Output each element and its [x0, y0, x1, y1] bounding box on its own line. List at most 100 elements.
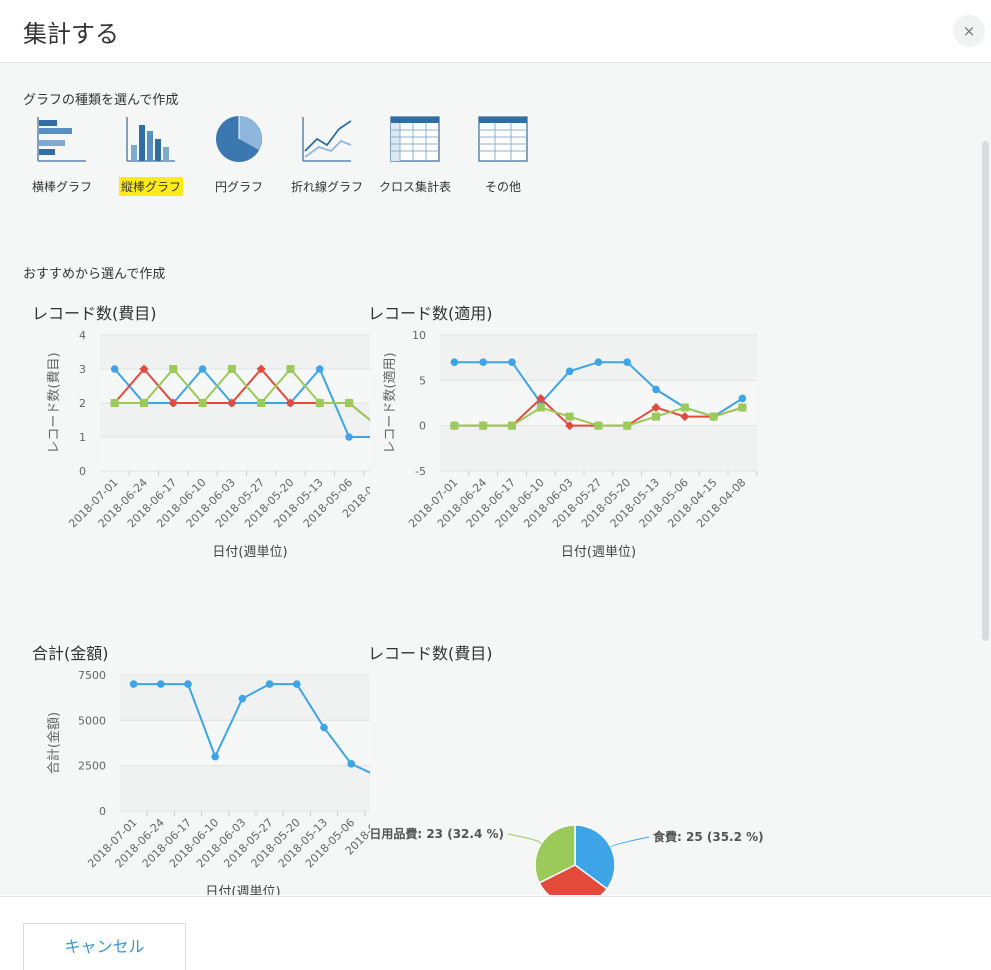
chart-type-label: 折れ線グラフ [290, 180, 363, 194]
data-point [198, 399, 207, 407]
data-point [315, 365, 324, 373]
chart-title: 合計(金額) [32, 644, 109, 663]
data-point [293, 680, 301, 688]
chart-type-pie[interactable]: 円グラフ [194, 115, 284, 196]
dialog-title: 集計する [23, 20, 119, 48]
data-point [450, 421, 459, 430]
cancel-button[interactable]: キャンセル [23, 923, 186, 970]
scrollbar-thumb[interactable] [982, 141, 989, 641]
y-tick-label: 5 [419, 374, 426, 387]
section-label-by-type: グラフの種類を選んで作成 [23, 93, 179, 108]
data-point [738, 394, 747, 403]
data-point [198, 365, 207, 373]
data-point [286, 365, 295, 373]
data-point [594, 358, 603, 366]
data-point [184, 680, 192, 688]
chart-type-horizontal-bar[interactable]: 横棒グラフ [17, 115, 107, 196]
chart-type-line[interactable]: 折れ線グラフ [282, 115, 372, 196]
data-point [211, 752, 219, 761]
x-axis-label: 日付(週単位) [205, 884, 280, 895]
data-point [227, 365, 236, 373]
plot-band [440, 380, 757, 426]
plot-band [100, 335, 370, 369]
recommended-chart-expense-count[interactable]: 012342018-07-012018-06-242018-06-172018-… [40, 325, 370, 625]
data-point [508, 358, 516, 366]
plot-band [440, 425, 757, 471]
y-tick-label: 5000 [78, 714, 106, 727]
data-point [594, 421, 603, 430]
data-point [479, 421, 488, 430]
y-axis-label: 合計(金額) [46, 712, 62, 774]
data-point [565, 367, 574, 376]
chart-type-cross-table[interactable]: クロス集計表 [370, 115, 460, 196]
plot-band [100, 403, 370, 437]
pie-connector [610, 836, 650, 848]
recommended-chart-amount-total[interactable]: 02500500075002018-07-012018-06-242018-06… [40, 665, 370, 895]
recommended-chart-expense-pie[interactable]: 食費: 25 (35.2 %)その他費用: 23 (32.4 %)日用品費: 2… [366, 665, 776, 895]
dialog-footer: キャンセル [0, 896, 991, 970]
chart-title: レコード数(適用) [368, 304, 493, 323]
pie-chart-icon [216, 116, 262, 162]
pie-label: 日用品費: 23 (32.4 %) [369, 826, 504, 841]
y-tick-label: 2500 [78, 760, 106, 773]
plot-band [120, 720, 370, 766]
data-point [508, 421, 516, 430]
pie-connector [507, 833, 542, 845]
cross-table-icon [390, 116, 440, 162]
pie-label: 食費: 25 (35.2 %) [652, 829, 764, 844]
data-point [169, 365, 178, 373]
data-point [257, 399, 266, 407]
line-chart-icon [302, 117, 352, 162]
y-tick-label: 2 [79, 397, 86, 410]
x-axis-label: 日付(週単位) [561, 544, 636, 560]
y-tick-label: 0 [99, 805, 106, 818]
scrollbar[interactable] [979, 63, 991, 895]
data-point [652, 412, 660, 421]
plot-band [440, 335, 757, 381]
chart-type-label: クロス集計表 [378, 180, 451, 194]
y-tick-label: 3 [79, 363, 86, 376]
data-point [347, 760, 356, 768]
section-label-recommended: おすすめから選んで作成 [23, 267, 166, 282]
chart-title: レコード数(費目) [368, 644, 493, 663]
chart-type-label: 横棒グラフ [31, 180, 92, 194]
data-point [110, 399, 119, 407]
y-axis-label: レコード数(費目) [47, 352, 62, 453]
other-table-icon [478, 116, 528, 162]
close-button[interactable]: × [953, 15, 985, 47]
y-tick-label: 0 [79, 465, 86, 478]
data-point [345, 399, 354, 407]
data-point [265, 680, 274, 688]
chart-type-other[interactable]: その他 [458, 115, 548, 196]
chart-type-vertical-bar[interactable]: 縦棒グラフ [106, 115, 196, 196]
y-tick-label: -5 [415, 465, 426, 478]
y-tick-label: 10 [412, 329, 426, 342]
horizontal-bar-chart-icon [37, 117, 86, 162]
data-point [110, 365, 119, 373]
data-point [315, 399, 324, 407]
x-axis-label: 日付(週単位) [212, 544, 287, 560]
vertical-bar-chart-icon [126, 117, 175, 162]
data-point [709, 412, 718, 421]
dialog-header: 集計する × [0, 0, 991, 63]
y-tick-label: 4 [79, 329, 86, 342]
plot-band [120, 765, 370, 811]
chart-type-label: 円グラフ [214, 180, 263, 194]
plot-band [100, 437, 370, 471]
data-point [238, 694, 247, 703]
y-tick-label: 0 [419, 420, 426, 433]
dialog-body: グラフの種類を選んで作成 横棒グラフ 縦棒グラフ 円グラフ 折れ線グラフ クロス… [0, 63, 991, 895]
data-point [157, 680, 165, 688]
recommended-chart-apply-count[interactable]: -505102018-07-012018-06-242018-06-172018… [376, 325, 766, 625]
data-point [652, 385, 660, 394]
data-point [738, 403, 747, 412]
data-point [320, 723, 328, 732]
data-point [536, 403, 545, 412]
y-tick-label: 7500 [78, 669, 106, 682]
data-point [479, 358, 487, 366]
chart-type-label: 縦棒グラフ [118, 177, 183, 196]
y-tick-label: 1 [79, 431, 86, 444]
data-point [345, 433, 353, 441]
data-point [565, 412, 574, 421]
y-axis-label: レコード数(適用) [382, 352, 398, 453]
